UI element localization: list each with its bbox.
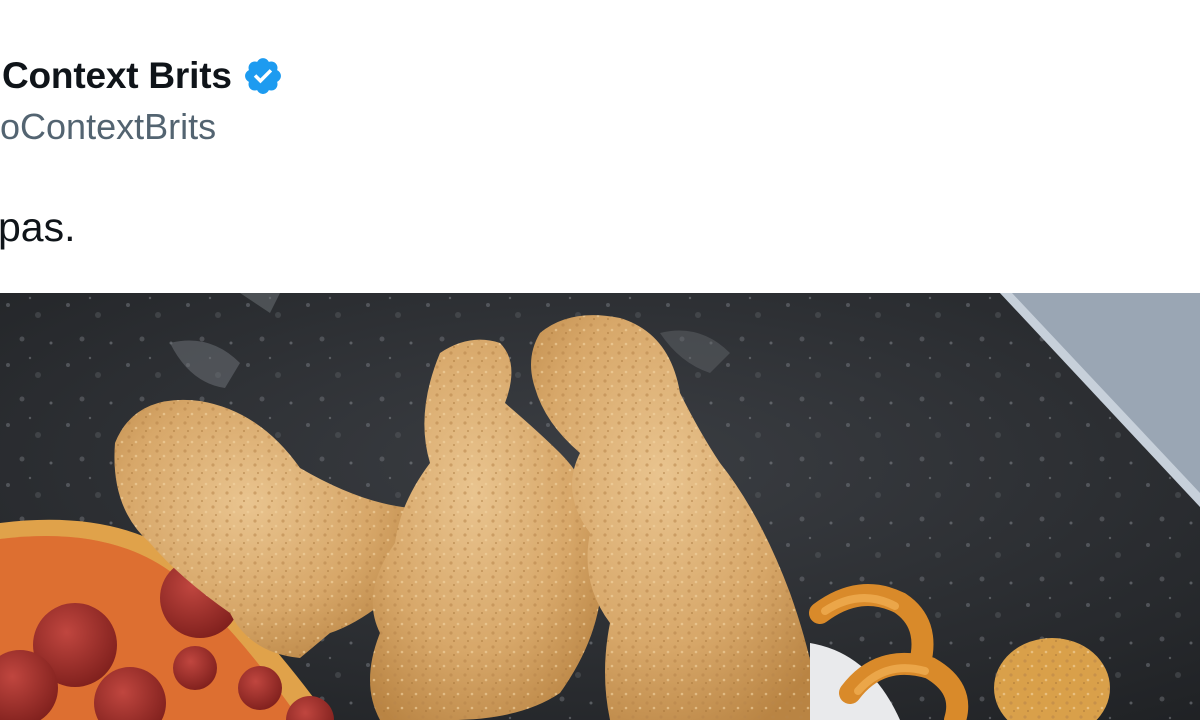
tweet-photo[interactable]: [0, 293, 1200, 720]
tweet-detail: Context Brits oContextBrits pas.: [0, 0, 1200, 720]
author-display-name[interactable]: Context Brits: [2, 55, 232, 97]
author-row[interactable]: Context Brits: [0, 52, 284, 100]
verified-badge-icon[interactable]: [242, 55, 284, 97]
tweet-text: pas.: [0, 204, 76, 250]
food-photo: [0, 293, 1200, 720]
author-handle[interactable]: oContextBrits: [0, 106, 216, 148]
